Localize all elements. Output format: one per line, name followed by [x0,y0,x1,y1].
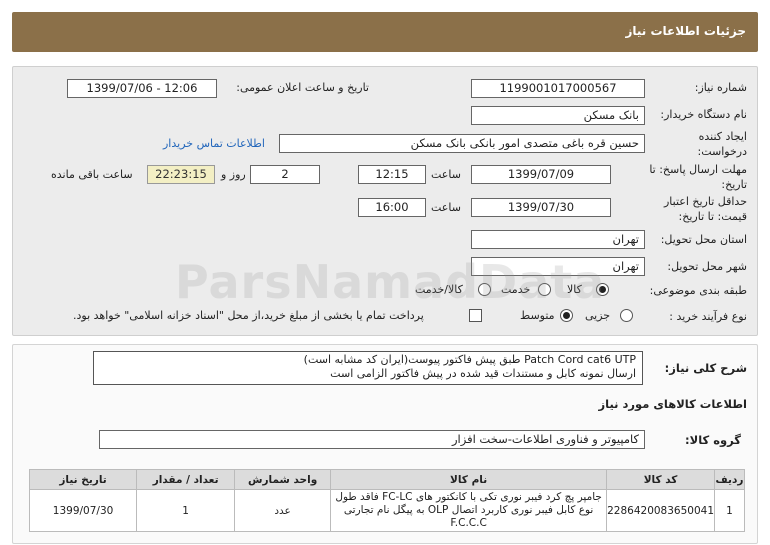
city-field: تهران [471,257,645,276]
goods-group-field: کامپیوتر و فناوری اطلاعات-سخت افزار [99,430,645,449]
announce-label: تاریخ و ساعت اعلان عمومی: [236,81,369,94]
description-line-1: Patch Cord cat6 UTP طبق پیش فاکتور پیوست… [303,353,636,366]
need-number-field: 1199001017000567 [471,79,645,98]
treasury-payment-checkbox[interactable] [469,309,482,322]
description-box: Patch Cord cat6 UTP طبق پیش فاکتور پیوست… [93,351,643,385]
validity-label: حداقل تاریخ اعتبار قیمت: تا تاریخ: [663,195,747,223]
city-label: شهر محل تحویل: [667,260,747,273]
province-field: تهران [471,230,645,249]
col-name: نام کالا [330,469,608,490]
announce-field: 1399/07/06 - 12:06 [67,79,217,98]
process-label: نوع فرآیند خرید : [669,310,747,323]
category-service-radio[interactable] [538,283,551,296]
cell-qty: 1 [136,489,236,532]
goods-table-header: ردیف کد کالا نام کالا واحد شمارش تعداد /… [28,469,745,490]
goods-table: ردیف کد کالا نام کالا واحد شمارش تعداد /… [28,469,745,532]
treasury-payment-note: پرداخت تمام یا بخشی از مبلغ خرید،از محل … [73,309,424,322]
validity-time-label: ساعت [431,201,461,214]
col-unit: واحد شمارش [234,469,332,490]
creator-label: ایجاد کننده درخواست: [697,130,747,158]
goods-group-label: گروه کالا: [685,433,741,447]
buyer-org-field: بانک مسکن [471,106,645,125]
deadline-label: مهلت ارسال پاسخ: تا تاریخ: [649,163,747,191]
process-medium-radio[interactable] [560,309,573,322]
buyer-org-label: نام دستگاه خریدار: [660,108,747,121]
category-goods-radio[interactable] [596,283,609,296]
table-row[interactable]: 1 2286420083650041 جامپر پچ کرد فیبر نور… [28,489,745,532]
need-info-panel: شماره نیاز: 1199001017000567 تاریخ و ساع… [12,66,758,336]
page-title: جزئیات اطلاعات نیاز [625,24,746,38]
page-header: جزئیات اطلاعات نیاز [12,12,758,52]
deadline-time-label: ساعت [431,168,461,181]
process-minor-radio[interactable] [620,309,633,322]
col-qty: تعداد / مقدار [136,469,236,490]
deadline-date-field: 1399/07/09 [471,165,611,184]
category-service-label: خدمت [501,283,531,296]
validity-time-field: 16:00 [358,198,426,217]
category-goods-service-radio[interactable] [478,283,491,296]
remaining-time-label: ساعت باقی مانده [51,168,133,181]
days-remaining-field: 2 [250,165,320,184]
category-goods-service-label: کالا/خدمت [415,283,463,296]
need-number-label: شماره نیاز: [694,81,747,94]
process-medium-label: متوسط [520,309,555,322]
process-minor-label: جزیی [585,309,611,322]
cell-name: جامپر پچ کرد فیبر نوری تکی با کانکتور ها… [330,489,608,532]
province-label: استان محل تحویل: [660,233,747,246]
day-and-label: روز و [221,168,246,181]
category-label: طبقه بندی موضوعی: [649,284,747,297]
cell-unit: عدد [234,489,332,532]
description-panel: شرح کلی نیاز: Patch Cord cat6 UTP طبق پی… [12,344,758,544]
cell-row: 1 [714,489,745,532]
cell-date: 1399/07/30 [28,489,138,532]
creator-field: حسین قره باغی متصدی امور بانکی بانک مسکن [279,134,645,153]
remaining-time-field: 22:23:15 [147,165,215,184]
cell-code: 2286420083650041 [606,489,715,532]
col-code: کد کالا [606,469,715,490]
description-line-2: ارسال نمونه کابل و مستندات قید شده در پی… [330,367,636,380]
buyer-contact-link[interactable]: اطلاعات تماس خریدار [163,137,265,150]
deadline-time-field: 12:15 [358,165,426,184]
col-row: ردیف [714,469,745,490]
validity-date-field: 1399/07/30 [471,198,611,217]
col-date: تاریخ نیاز [28,469,138,490]
goods-section-title: اطلاعات کالاهای مورد نیاز [598,397,747,411]
category-goods-label: کالا [567,283,582,296]
description-label: شرح کلی نیاز: [664,361,747,375]
